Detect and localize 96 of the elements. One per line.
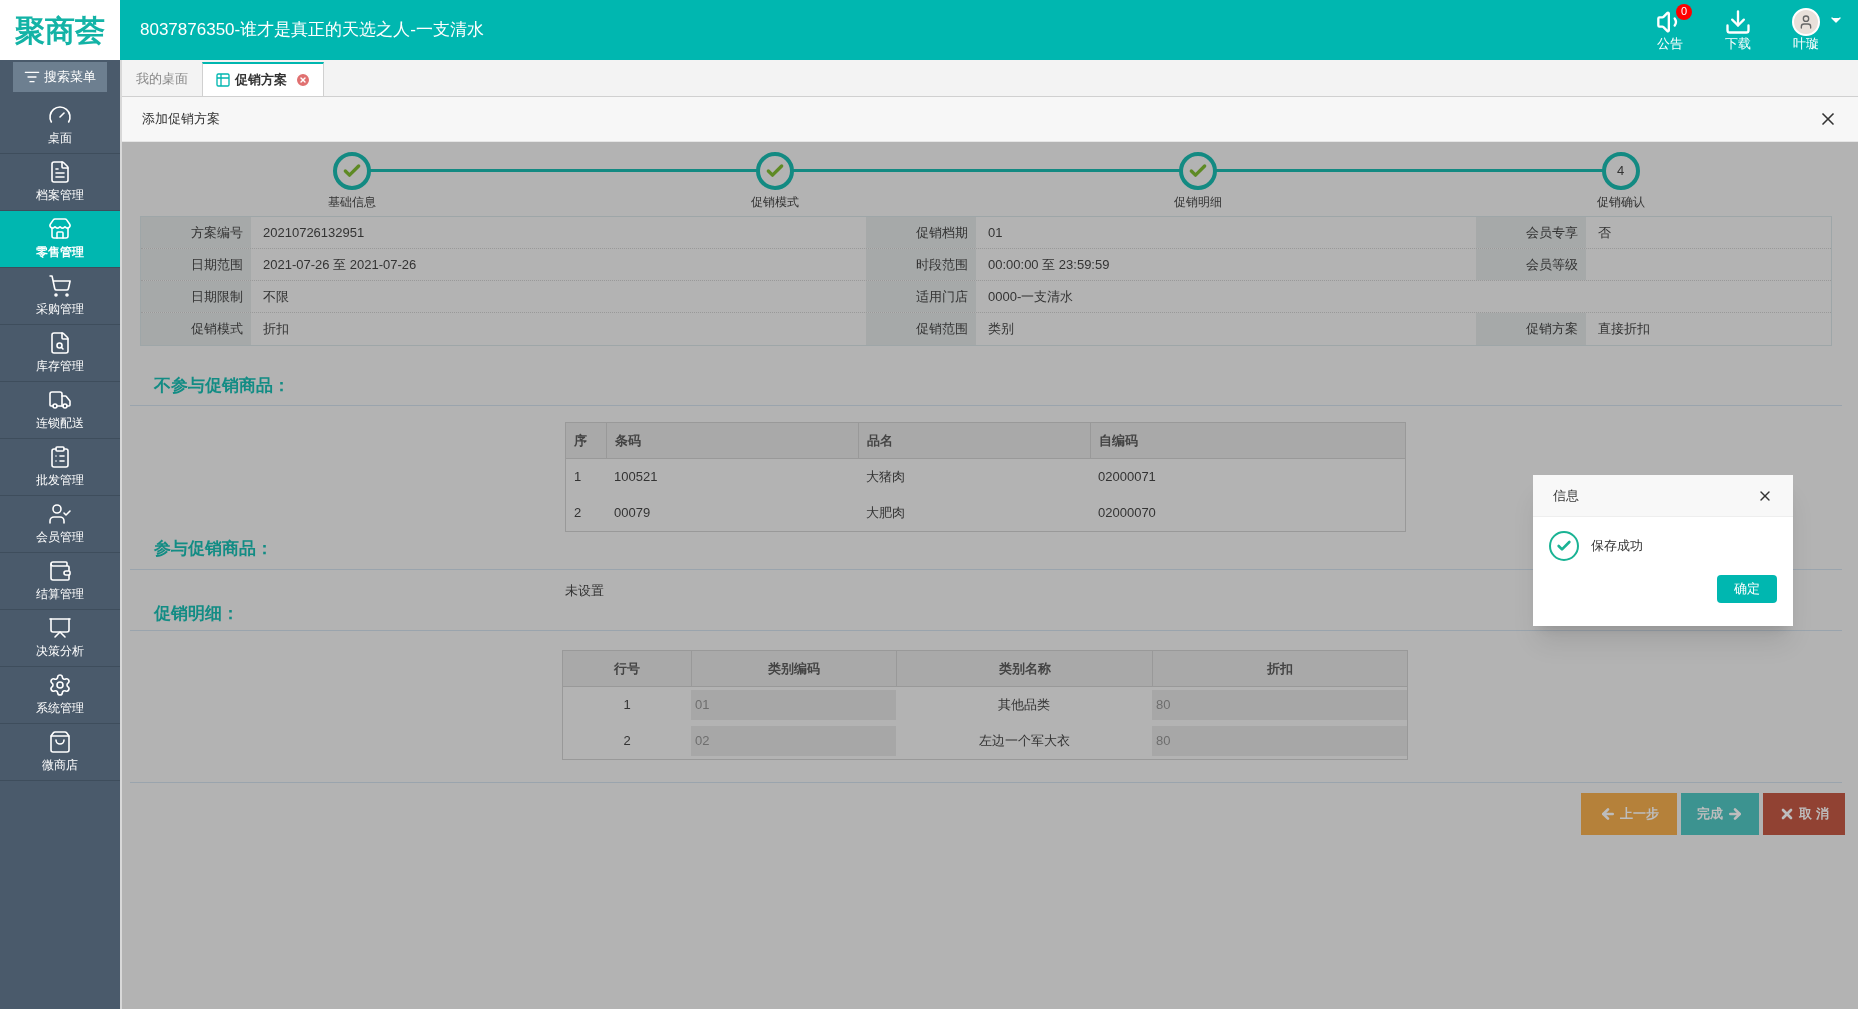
table-cell-text: 1 <box>574 468 582 487</box>
success-icon <box>1549 531 1579 561</box>
sidebar-item[interactable]: 桌面 <box>0 97 120 154</box>
input-field[interactable]: 01 <box>691 690 896 720</box>
field-value: 否 <box>1598 223 1611 242</box>
field-label: 会员专享 <box>1526 223 1578 242</box>
sidebar-item[interactable]: 会员管理 <box>0 496 120 553</box>
column-header: 折扣 <box>1267 659 1293 678</box>
user-icon <box>48 502 72 526</box>
settings-icon <box>48 673 72 697</box>
field-label: 方案编号 <box>191 223 243 242</box>
step-label: 促销明细 <box>1173 194 1222 211</box>
field-label: 适用门店 <box>916 287 968 306</box>
field-label: 时段范围 <box>916 255 968 274</box>
table-cell-text: 00079 <box>614 504 651 523</box>
column-header: 品名 <box>867 431 893 450</box>
section-heading: 促销明细： <box>154 602 239 625</box>
user-button[interactable]: 叶璇 <box>1784 7 1828 53</box>
sidebar-item[interactable]: 系统管理 <box>0 667 120 724</box>
field-value: 2021-07-26 至 2021-07-26 <box>263 255 417 274</box>
step-label: 促销确认 <box>1596 194 1645 211</box>
table-cell-text: 左边一个军大衣 <box>978 732 1070 751</box>
field-value: 0000-一支清水 <box>988 287 1074 306</box>
table-cell-text: 02000070 <box>1098 504 1156 523</box>
field-value: 00:00:00 至 23:59:59 <box>988 255 1110 274</box>
table-cell-text: 100521 <box>614 468 658 487</box>
field-label: 日期限制 <box>191 287 243 306</box>
cart-icon <box>48 274 72 298</box>
bag-icon <box>48 730 72 754</box>
chart-board-icon <box>48 616 72 640</box>
confirm-button[interactable]: 确定 <box>1717 575 1777 603</box>
document-icon <box>48 160 72 184</box>
search-menu-button[interactable]: 搜索菜单 <box>13 62 107 92</box>
download-icon <box>1724 7 1752 36</box>
field-value: 01 <box>988 223 1003 242</box>
field-value: 20210726132951 <box>263 223 365 242</box>
field-label: 促销档期 <box>916 223 968 242</box>
arrow-left-icon <box>1599 806 1616 822</box>
column-header: 序 <box>574 431 587 450</box>
field-label: 促销方案 <box>1526 320 1578 339</box>
dialog-message: 保存成功 <box>1591 537 1643 556</box>
column-header: 类别编码 <box>768 659 820 678</box>
store-icon <box>48 217 72 241</box>
table-cell-text: 02000071 <box>1098 468 1156 487</box>
field-label: 日期范围 <box>191 255 243 274</box>
step-label: 促销模式 <box>750 194 799 211</box>
sidebar-item[interactable]: 批发管理 <box>0 439 120 496</box>
column-header: 行号 <box>614 659 640 678</box>
table-cell-text: 1 <box>623 696 631 715</box>
field-value: 不限 <box>263 287 289 306</box>
clipboard-icon <box>48 445 72 469</box>
field-value: 直接折扣 <box>1598 320 1650 339</box>
avatar <box>1792 7 1820 36</box>
sidebar-item[interactable]: 采购管理 <box>0 268 120 325</box>
arrow-right-icon <box>1727 806 1743 822</box>
input-field[interactable]: 80 <box>1152 726 1407 756</box>
dialog-title: 信息 <box>1553 486 1579 505</box>
cancel-button[interactable]: 取 消 <box>1763 793 1845 835</box>
sidebar-item[interactable]: 结算管理 <box>0 553 120 610</box>
tab[interactable]: 我的桌面 <box>124 62 200 96</box>
table-cell-text: 2 <box>574 504 582 523</box>
wallet-icon <box>48 559 72 583</box>
step-number: 4 <box>1616 162 1625 181</box>
filter-icon <box>24 69 40 85</box>
sidebar-item[interactable]: 决策分析 <box>0 610 120 667</box>
document-search-icon <box>48 331 72 355</box>
field-label: 会员等级 <box>1526 255 1578 274</box>
truck-icon <box>48 388 72 412</box>
tab[interactable]: 促销方案 <box>202 62 324 96</box>
step-label: 基础信息 <box>327 194 376 211</box>
column-header: 条码 <box>615 431 641 450</box>
table-cell-text: 大肥肉 <box>866 504 905 523</box>
sidebar-item[interactable]: 零售管理 <box>0 211 120 268</box>
table-cell-text: 2 <box>623 732 631 751</box>
sidebar-item[interactable]: 微商店 <box>0 724 120 781</box>
empty-message: 未设置 <box>565 584 604 597</box>
field-value: 类别 <box>988 320 1014 339</box>
table-cell-text: 大猪肉 <box>866 468 905 487</box>
sidebar-item[interactable]: 库存管理 <box>0 325 120 382</box>
field-value: 折扣 <box>263 320 289 339</box>
input-field[interactable]: 80 <box>1152 690 1407 720</box>
table-icon <box>215 72 231 88</box>
sidebar-item[interactable]: 连锁配送 <box>0 382 120 439</box>
download-button[interactable]: 下载 <box>1716 7 1760 53</box>
logo: 聚商荟 <box>0 0 120 60</box>
column-header: 自编码 <box>1099 431 1138 450</box>
field-label: 促销模式 <box>191 320 243 339</box>
section-heading: 不参与促销商品： <box>154 374 290 397</box>
table-cell-text: 其他品类 <box>998 696 1050 715</box>
window-title: 8037876350-谁才是真正的天选之人-一支清水 <box>139 19 485 42</box>
panel-title: 添加促销方案 <box>142 110 220 129</box>
input-field[interactable]: 02 <box>691 726 896 756</box>
section-heading: 参与促销商品： <box>154 537 273 560</box>
count-badge: 0 <box>1676 3 1692 20</box>
column-header: 类别名称 <box>998 659 1051 678</box>
field-label: 促销范围 <box>916 320 968 339</box>
